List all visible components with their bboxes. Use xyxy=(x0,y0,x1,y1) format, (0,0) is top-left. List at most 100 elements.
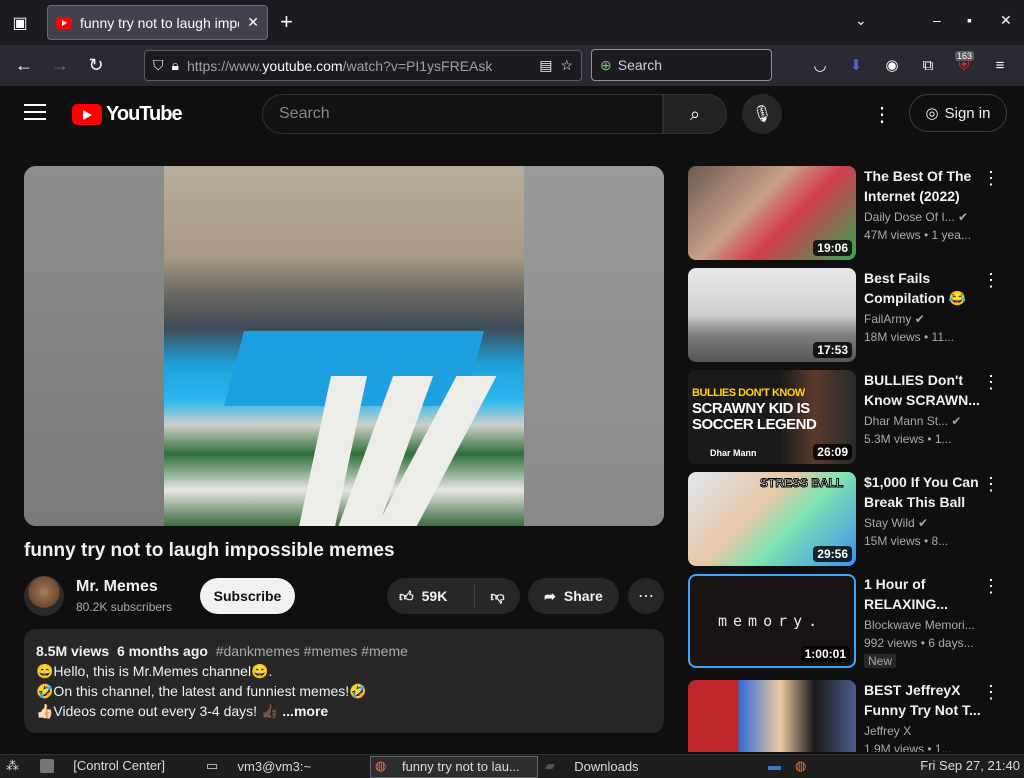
url-text[interactable]: https://www.youtube.com/watch?v=PI1ysFRE… xyxy=(187,58,531,74)
like-button[interactable]: 👍︎ 59K xyxy=(387,584,475,608)
browser-search-field[interactable]: ⊕ Search xyxy=(591,49,772,81)
recommendation-item[interactable]: 19:06 The Best Of The Internet (2022) Da… xyxy=(688,166,1008,260)
verified-icon: ✔︎ xyxy=(914,312,925,326)
close-window-button[interactable]: ✕ xyxy=(1000,12,1012,29)
app-menu-icon[interactable]: ⁂ xyxy=(6,758,19,774)
show-more-link[interactable]: ...more xyxy=(282,703,328,719)
verified-icon: ✔︎ xyxy=(958,210,969,224)
channel-name[interactable]: Mr. Memes xyxy=(76,578,158,596)
os-taskbar: ⁂ [Control Center] ▭ vm3@vm3:~ ◍ funny t… xyxy=(0,754,1024,778)
dislike-button[interactable]: 👎︎ xyxy=(475,588,520,605)
firefox-tray-icon[interactable]: ◍ xyxy=(795,758,806,774)
tab-list-icon[interactable]: ▣ xyxy=(0,0,40,45)
ublock-icon[interactable]: ⛨ xyxy=(954,55,974,75)
recommendation-menu-icon[interactable]: ⋮ xyxy=(982,576,1000,597)
verified-icon: ✔︎ xyxy=(918,516,929,530)
firefox-item[interactable]: ◍ funny try not to lau... xyxy=(375,758,520,774)
recommendation-title[interactable]: $1,000 If You Can Break This Ball i... xyxy=(864,472,982,512)
reload-button[interactable]: ↻ xyxy=(84,53,108,77)
browser-tab[interactable]: funny try not to laugh impossible memes … xyxy=(47,5,268,40)
more-actions-button[interactable]: ⋯ xyxy=(628,578,664,614)
youtube-search-input[interactable]: Search xyxy=(262,94,663,134)
hashtags[interactable]: #dankmemes #memes #meme xyxy=(216,643,408,659)
terminal-icon: ▭ xyxy=(206,758,219,773)
guide-menu-icon[interactable] xyxy=(24,104,46,120)
reader-view-icon[interactable]: ▤ xyxy=(539,57,552,74)
like-dislike-bar: 👍︎ 59K 👎︎ xyxy=(387,578,520,614)
recommendation-title[interactable]: BEST JeffreyX Funny Try Not T... xyxy=(864,680,982,720)
recommendation-item[interactable]: BULLIES DON'T KNOW SCRAWNY KID IS SOCCER … xyxy=(688,370,1008,464)
tab-close-icon[interactable]: ✕ xyxy=(247,14,259,31)
video-thumbnail[interactable]: memory. 1:00:01 xyxy=(688,574,856,668)
subscribe-button[interactable]: Subscribe xyxy=(200,578,295,614)
recommendation-title[interactable]: BULLIES Don't Know SCRAWN... xyxy=(864,370,982,410)
account-icon[interactable]: ◉ xyxy=(882,55,902,75)
share-icon: ➦ xyxy=(544,587,556,604)
video-thumbnail[interactable]: STRESS BALL 29:56 xyxy=(688,472,856,566)
description-line: 👍🏻Videos come out every 3-4 days! 👍🏿 ...… xyxy=(36,703,329,719)
tab-overflow-icon[interactable]: ⌄ xyxy=(855,12,867,29)
video-frame xyxy=(164,166,524,526)
account-circle-icon: ◎ xyxy=(925,105,939,122)
forward-button[interactable]: → xyxy=(48,53,72,77)
settings-more-icon[interactable]: ⋮ xyxy=(872,102,892,127)
thumbnail-text: memory. xyxy=(718,612,824,630)
recommendation-title[interactable]: 1 Hour of RELAXING... xyxy=(864,574,982,614)
new-tab-button[interactable]: + xyxy=(280,9,293,35)
video-player[interactable] xyxy=(24,166,664,526)
channel-avatar[interactable] xyxy=(24,576,64,616)
recommendation-menu-icon[interactable]: ⋮ xyxy=(982,372,1000,393)
downloads-icon[interactable]: ⬇ xyxy=(846,55,866,75)
control-center-item[interactable]: [Control Center] xyxy=(40,758,165,773)
workspace-icon[interactable]: ▬ xyxy=(768,758,781,773)
search-engine-icon: ⊕ xyxy=(600,56,612,73)
recommendation-channel: Blockwave Memori... xyxy=(864,618,975,632)
search-icon[interactable]: ⌕ xyxy=(663,94,727,134)
terminal-item[interactable]: ▭ vm3@vm3:~ xyxy=(206,758,311,774)
recommendation-item[interactable]: memory. 1:00:01 1 Hour of RELAXING... Bl… xyxy=(688,574,1008,668)
video-blur-right xyxy=(524,166,664,526)
video-thumbnail[interactable]: 19:06 xyxy=(688,166,856,260)
video-duration: 26:09 xyxy=(813,444,852,460)
share-button[interactable]: ➦ Share xyxy=(528,578,619,614)
recommendation-item[interactable]: 17:53 Best Fails Compilation 😂 FailArmy … xyxy=(688,268,1008,362)
verified-icon: ✔︎ xyxy=(951,414,962,428)
video-thumbnail[interactable] xyxy=(688,680,856,752)
recommendation-menu-icon[interactable]: ⋮ xyxy=(982,474,1000,495)
navigation-bar: ← → ↻ ⛉ 🔒︎ https://www.youtube.com/watch… xyxy=(0,45,1024,86)
description-line: 🤣On this channel, the latest and funnies… xyxy=(36,683,367,699)
pocket-icon[interactable]: ◡ xyxy=(810,55,830,75)
recommendation-title[interactable]: Best Fails Compilation 😂 xyxy=(864,268,982,308)
shield-icon[interactable]: ⛉ xyxy=(153,57,164,74)
video-thumbnail[interactable]: 17:53 xyxy=(688,268,856,362)
back-button[interactable]: ← xyxy=(12,53,36,77)
microphone-icon[interactable]: 🎙︎ xyxy=(742,94,782,134)
downloads-item[interactable]: ▰ Downloads xyxy=(545,758,639,774)
thumbnail-brand: Dhar Mann xyxy=(710,448,757,458)
video-duration: 1:00:01 xyxy=(800,646,850,662)
recommendation-item[interactable]: BEST JeffreyX Funny Try Not T... Jeffrey… xyxy=(688,680,1008,752)
recommendation-menu-icon[interactable]: ⋮ xyxy=(982,682,1000,703)
menu-icon[interactable]: ≡ xyxy=(990,55,1010,75)
firefox-icon: ◍ xyxy=(375,758,387,773)
minimize-button[interactable]: – xyxy=(933,12,941,28)
sign-in-button[interactable]: ◎ Sign in xyxy=(909,94,1007,132)
recommendation-meta: 47M views • 1 yea... xyxy=(864,228,971,242)
bookmark-star-icon[interactable]: ☆ xyxy=(560,57,573,74)
description-box[interactable]: 8.5M views 6 months ago #dankmemes #meme… xyxy=(24,629,664,733)
lock-icon[interactable]: 🔒︎ xyxy=(172,57,179,74)
recommendation-meta: 15M views • 8... xyxy=(864,534,949,548)
url-bar[interactable]: ⛉ 🔒︎ https://www.youtube.com/watch?v=PI1… xyxy=(144,50,582,81)
recommendation-item[interactable]: STRESS BALL 29:56 $1,000 If You Can Brea… xyxy=(688,472,1008,566)
maximize-button[interactable]: ▪ xyxy=(967,12,972,28)
recommendation-menu-icon[interactable]: ⋮ xyxy=(982,168,1000,189)
thumbnail-text: STRESS BALL xyxy=(759,476,844,491)
video-thumbnail[interactable]: BULLIES DON'T KNOW SCRAWNY KID IS SOCCER … xyxy=(688,370,856,464)
recommendation-menu-icon[interactable]: ⋮ xyxy=(982,270,1000,291)
thumbs-down-icon: 👎︎ xyxy=(490,587,505,604)
clock[interactable]: Fri Sep 27, 21:40 xyxy=(920,758,1020,773)
youtube-logo[interactable]: YouTube xyxy=(72,103,183,126)
youtube-play-icon xyxy=(72,104,102,125)
extensions-icon[interactable]: ⧉ xyxy=(918,55,938,75)
recommendation-title[interactable]: The Best Of The Internet (2022) xyxy=(864,166,982,206)
